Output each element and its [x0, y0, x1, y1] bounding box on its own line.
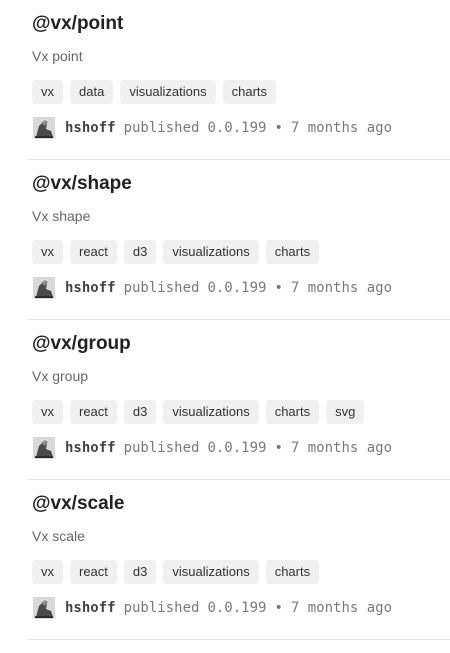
package-card: @vx/scale Vx scale vx react d3 visualiza…	[27, 480, 450, 640]
package-results-list: @vx/point Vx point vx data visualization…	[27, 0, 450, 640]
keyword-tag[interactable]: data	[70, 80, 114, 104]
keyword-tag[interactable]: charts	[265, 560, 320, 584]
separator-dot: •	[274, 280, 283, 296]
version-number: 0.0.199	[207, 600, 267, 616]
keyword-list: vx react d3 visualizations charts svg	[32, 400, 365, 424]
keyword-tag[interactable]: charts	[265, 240, 320, 264]
keyword-tag[interactable]: visualizations	[163, 240, 259, 264]
package-name-link[interactable]: @vx/group	[32, 332, 131, 356]
keyword-tag[interactable]: vx	[32, 560, 63, 584]
publish-time: 7 months ago	[290, 440, 393, 456]
package-name-link[interactable]: @vx/point	[32, 12, 123, 36]
keyword-tag[interactable]: react	[70, 560, 117, 584]
separator-dot: •	[274, 440, 283, 456]
keyword-tag[interactable]: vx	[32, 240, 63, 264]
keyword-tag[interactable]: d3	[123, 400, 157, 424]
keyword-tag[interactable]: react	[70, 400, 117, 424]
package-card: @vx/point Vx point vx data visualization…	[27, 0, 450, 160]
author-avatar[interactable]	[33, 117, 55, 139]
package-description: Vx shape	[32, 208, 91, 224]
publish-time: 7 months ago	[290, 600, 393, 616]
separator-dot: •	[274, 600, 283, 616]
keyword-tag[interactable]: visualizations	[163, 400, 259, 424]
author-avatar[interactable]	[33, 597, 55, 619]
published-label: published	[123, 120, 200, 136]
keyword-tag[interactable]: vx	[32, 400, 63, 424]
package-description: Vx point	[32, 48, 83, 64]
keyword-tag[interactable]: react	[70, 240, 117, 264]
published-label: published	[123, 600, 200, 616]
publish-info: hshoff published 0.0.199 • 7 months ago	[33, 277, 392, 299]
keyword-tag[interactable]: vx	[32, 80, 63, 104]
author-avatar[interactable]	[33, 277, 55, 299]
version-number: 0.0.199	[207, 280, 267, 296]
author-link[interactable]: hshoff	[65, 117, 116, 139]
keyword-tag[interactable]: d3	[123, 240, 157, 264]
separator-dot: •	[274, 120, 283, 136]
keyword-tag[interactable]: charts	[265, 400, 320, 424]
publish-info: hshoff published 0.0.199 • 7 months ago	[33, 597, 392, 619]
version-number: 0.0.199	[207, 120, 267, 136]
published-label: published	[123, 440, 200, 456]
keyword-tag[interactable]: svg	[326, 400, 365, 424]
keyword-tag[interactable]: d3	[123, 560, 157, 584]
package-name-link[interactable]: @vx/shape	[32, 172, 132, 196]
package-card: @vx/group Vx group vx react d3 visualiza…	[27, 320, 450, 480]
author-link[interactable]: hshoff	[65, 277, 116, 299]
package-description: Vx group	[32, 368, 89, 384]
publish-time: 7 months ago	[290, 120, 393, 136]
keyword-tag[interactable]: visualizations	[120, 80, 216, 104]
author-link[interactable]: hshoff	[65, 597, 116, 619]
publish-info: hshoff published 0.0.199 • 7 months ago	[33, 437, 392, 459]
package-description: Vx scale	[32, 528, 85, 544]
keyword-tag[interactable]: visualizations	[163, 560, 259, 584]
published-label: published	[123, 280, 200, 296]
keyword-list: vx react d3 visualizations charts	[32, 560, 320, 584]
keyword-list: vx react d3 visualizations charts	[32, 240, 320, 264]
keyword-tag[interactable]: charts	[222, 80, 277, 104]
package-card: @vx/shape Vx shape vx react d3 visualiza…	[27, 160, 450, 320]
keyword-list: vx data visualizations charts	[32, 80, 277, 104]
author-avatar[interactable]	[33, 437, 55, 459]
publish-info: hshoff published 0.0.199 • 7 months ago	[33, 117, 392, 139]
version-number: 0.0.199	[207, 440, 267, 456]
author-link[interactable]: hshoff	[65, 437, 116, 459]
package-name-link[interactable]: @vx/scale	[32, 492, 125, 516]
publish-time: 7 months ago	[290, 280, 393, 296]
